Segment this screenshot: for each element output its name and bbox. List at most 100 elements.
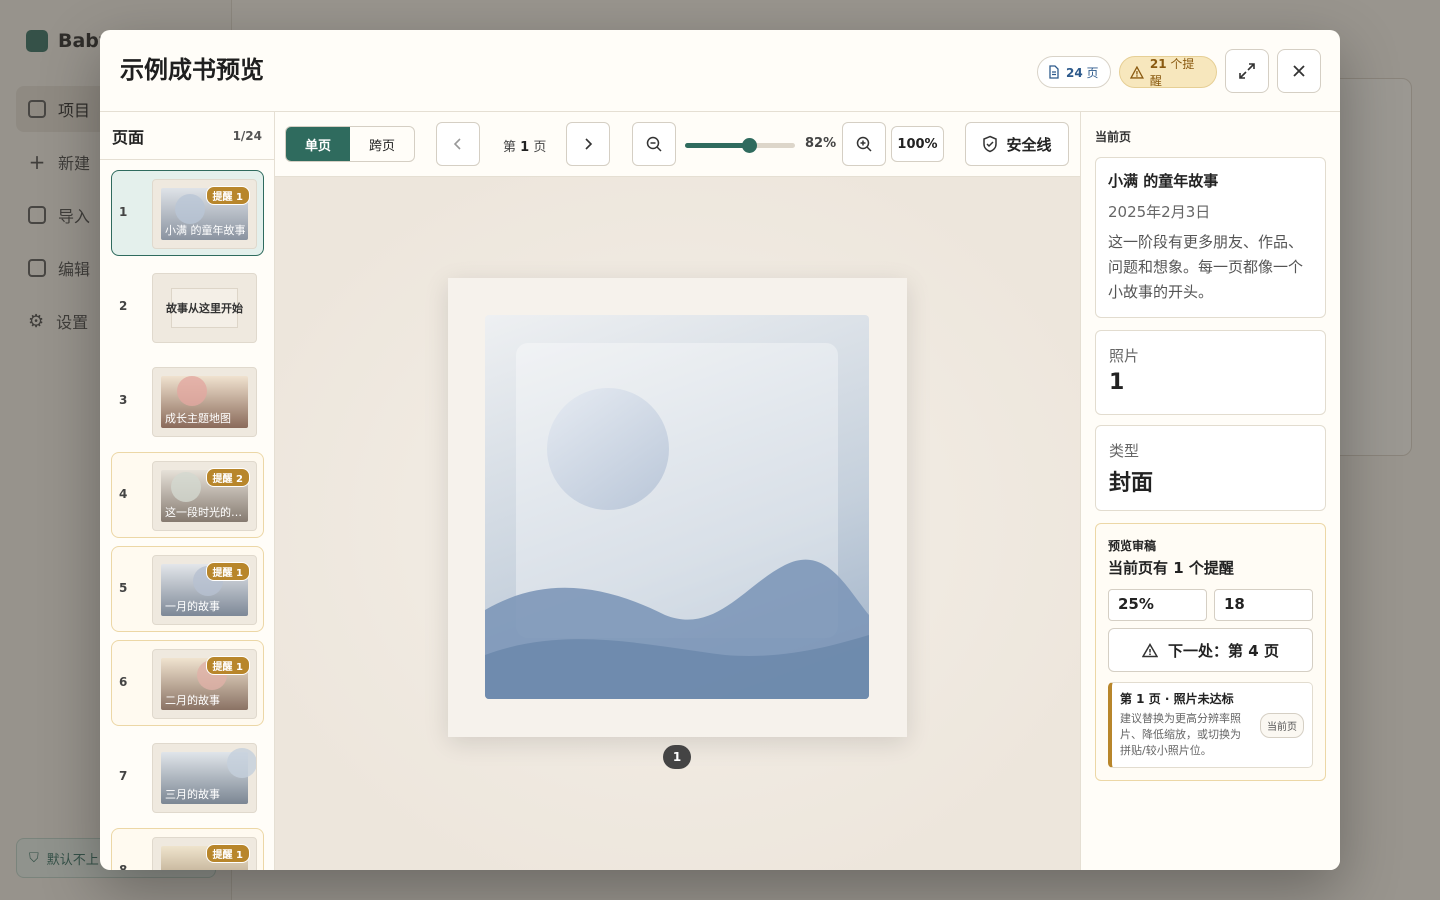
page-type-label: 类型 (1109, 442, 1140, 460)
summary-suffix: 个提醒 (1188, 559, 1234, 577)
review-card: 预览审稿 当前页有 1 个提醒 25% 18 下一处：第 4 页 第 1 页 ·… (1095, 523, 1326, 781)
page-number: 4 (119, 487, 128, 501)
page-number-bubble: 1 (663, 745, 691, 769)
page-count-unit: 页 (1086, 65, 1099, 80)
reset-zoom-button[interactable]: 100% (891, 126, 944, 162)
page-date: 2025年2月3日 (1108, 203, 1211, 221)
document-icon (1049, 65, 1059, 79)
page-number: 5 (119, 581, 128, 595)
page-thumb-2[interactable]: 2 故事从这里开始 (111, 264, 264, 350)
thumbnail-caption: 故事从这里开始 (166, 288, 243, 328)
page-thumb-3[interactable]: 3 成长主题地图 (111, 358, 264, 444)
threshold-input-percent[interactable]: 25% (1108, 589, 1207, 621)
zoom-out-icon (646, 136, 662, 152)
page-description: 这一阶段有更多朋友、作品、问题和想象。每一页都像一个小故事的开头。 (1108, 233, 1304, 301)
zoom-slider-fill (685, 143, 749, 148)
page-indicator: 第 1 页 (503, 136, 546, 155)
preview-canvas: 1 (275, 177, 1080, 870)
page-thumb-4[interactable]: 4 这一段时光的故事 提醒 2 (111, 452, 264, 538)
thumbnail: 提醒 1 (152, 837, 257, 870)
next-prefix: 下一处：第 (1168, 641, 1244, 660)
next-page-button[interactable] (566, 122, 610, 166)
warning-count-pill[interactable]: 21 个提醒 (1119, 56, 1217, 88)
single-page-mode-button[interactable]: 单页 (286, 127, 350, 161)
zoom-out-button[interactable] (632, 122, 676, 166)
thumbnail-caption: 小满 的童年故事 (165, 224, 246, 237)
page-title: 小满 的童年故事 (1108, 172, 1219, 190)
warning-count: 21 (1149, 57, 1167, 71)
page-thumb-8[interactable]: 8 提醒 1 (111, 828, 264, 870)
threshold-input-value[interactable]: 18 (1214, 589, 1313, 621)
page-number: 3 (119, 393, 128, 407)
modal-header: 示例成书预览 24 页 21 个提醒 (100, 30, 1340, 112)
page-thumb-6[interactable]: 6 二月的故事 提醒 1 (111, 640, 264, 726)
warning-badge: 提醒 1 (205, 656, 250, 675)
page-type-value: 封面 (1109, 471, 1154, 496)
page-thumb-1[interactable]: 1 小满 的童年故事 提醒 1 (111, 170, 264, 256)
current-page-number: 1 (520, 140, 530, 155)
thumbnail: 成长主题地图 (152, 367, 257, 437)
pages-panel-title: 页面 (112, 127, 145, 147)
next-page-number: 4 (1248, 641, 1259, 660)
review-summary: 当前页有 1 个提醒 (1108, 557, 1234, 578)
review-label: 预览审稿 (1108, 539, 1157, 553)
close-icon (1293, 65, 1305, 77)
cover-photo[interactable] (485, 315, 869, 699)
summary-count: 1 (1173, 559, 1184, 577)
issue-description: 建议替换为更高分辨率照片、降低缩放，或切换为拼贴/较小照片位。 (1120, 712, 1241, 757)
photo-count-label: 照片 (1109, 347, 1140, 365)
safe-line-label: 安全线 (1006, 135, 1052, 154)
safe-line-toggle[interactable]: 安全线 (965, 122, 1069, 166)
thumbnail-shape (177, 376, 207, 406)
page-details-panel: 当前页 小满 的童年故事 2025年2月3日 这一阶段有更多朋友、作品、问题和想… (1080, 112, 1340, 870)
thumbnail: 这一段时光的故事 提醒 2 (152, 461, 257, 531)
page-thumb-7[interactable]: 7 三月的故事 (111, 734, 264, 820)
warning-badge: 提醒 2 (205, 468, 250, 487)
section-label: 当前页 (1095, 130, 1132, 144)
zoom-slider[interactable] (685, 138, 795, 153)
page-thumb-5[interactable]: 5 一月的故事 提醒 1 (111, 546, 264, 632)
page-suffix: 页 (533, 140, 547, 155)
page-count: 24 (1066, 65, 1083, 80)
thumbnail-shape (227, 748, 256, 778)
close-button[interactable] (1277, 49, 1321, 93)
thumbnail: 三月的故事 (152, 743, 257, 813)
thumbnail-caption: 三月的故事 (165, 788, 220, 801)
page-type-card: 类型 封面 (1095, 425, 1326, 511)
preview-modal: 示例成书预览 24 页 21 个提醒 页面 1/24 1 小满 的童年故事 提醒… (100, 30, 1340, 870)
preview-toolbar: 单页 跨页 第 1 页 82% 100% 安全线 (275, 112, 1080, 177)
next-warning-button[interactable]: 下一处：第 4 页 (1108, 628, 1313, 672)
issue-item[interactable]: 第 1 页 · 照片未达标 建议替换为更高分辨率照片、降低缩放，或切换为拼贴/较… (1108, 682, 1313, 768)
fullscreen-button[interactable] (1225, 49, 1269, 93)
shield-check-icon (983, 135, 998, 153)
pages-counter: 1/24 (232, 128, 262, 143)
zoom-slider-handle[interactable] (741, 138, 757, 153)
prev-page-button[interactable] (436, 122, 480, 166)
issue-current-page-tag: 当前页 (1260, 713, 1304, 738)
photo-count-value: 1 (1109, 370, 1125, 395)
chevron-right-icon (585, 138, 593, 150)
book-page (448, 278, 907, 737)
warning-icon (1130, 65, 1144, 79)
page-number: 1 (119, 205, 128, 219)
thumbnail-caption: 一月的故事 (165, 600, 220, 613)
chevron-left-icon (453, 138, 461, 150)
thumbnail: 故事从这里开始 (152, 273, 257, 343)
page-number: 6 (119, 675, 128, 689)
zoom-in-icon (856, 136, 872, 152)
thumbnail: 小满 的童年故事 提醒 1 (152, 179, 257, 249)
zoom-in-button[interactable] (842, 122, 886, 166)
zoom-value: 82% (805, 136, 837, 151)
thumbnail: 二月的故事 提醒 1 (152, 649, 257, 719)
photo-placeholder-waves (485, 559, 869, 699)
page-prefix: 第 (503, 140, 517, 155)
thumbnail-shape (171, 472, 201, 502)
summary-prefix: 当前页有 (1108, 559, 1169, 577)
page-number: 2 (119, 299, 128, 313)
spread-mode-button[interactable]: 跨页 (350, 127, 414, 161)
warning-badge: 提醒 1 (205, 844, 250, 863)
page-number: 8 (119, 863, 128, 870)
issue-title: 第 1 页 · 照片未达标 (1120, 692, 1234, 706)
warning-icon (1142, 642, 1159, 657)
modal-title: 示例成书预览 (120, 56, 264, 84)
